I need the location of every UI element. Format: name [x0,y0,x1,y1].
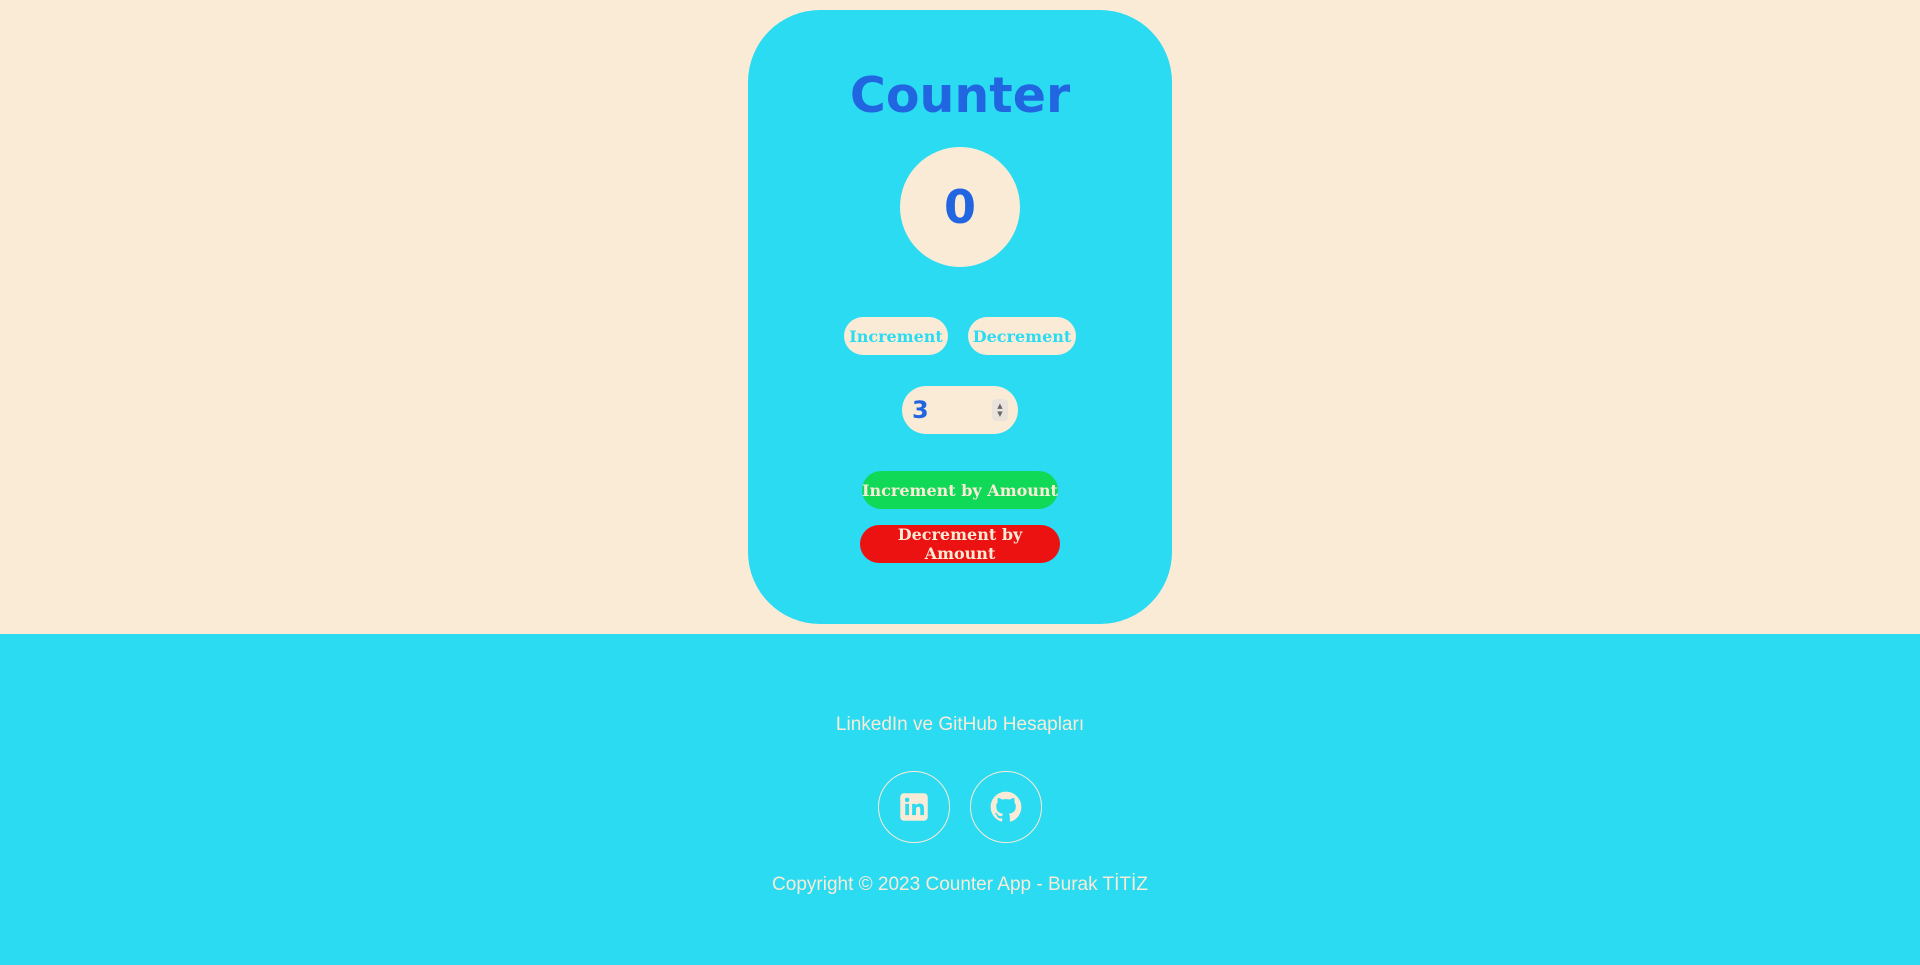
step-button-row: Increment Decrement [748,317,1172,355]
footer: LinkedIn ve GitHub Hesapları Copyright ©… [0,634,1920,965]
linkedin-icon [900,793,928,821]
github-icon [990,791,1022,822]
github-link[interactable] [970,771,1042,843]
counter-card: Counter 0 Increment Decrement 3 ▲ ▼ Incr… [748,10,1172,624]
chevron-down-icon[interactable]: ▼ [997,410,1002,418]
increment-by-amount-button[interactable]: Increment by Amount [862,471,1058,509]
linkedin-link[interactable] [878,771,950,843]
decrement-by-amount-button[interactable]: Decrement by Amount [860,525,1060,563]
chevron-up-icon[interactable]: ▲ [997,402,1002,410]
amount-spinner[interactable]: ▲ ▼ [992,399,1008,421]
count-display: 0 [900,147,1020,267]
amount-value: 3 [912,396,929,424]
social-links [0,771,1920,843]
copyright-text: Copyright © 2023 Counter App - Burak TİT… [772,874,1148,895]
footer-heading: LinkedIn ve GitHub Hesapları [835,714,1085,735]
amount-input[interactable]: 3 ▲ ▼ [902,386,1018,434]
page-title: Counter [849,67,1071,124]
decrement-button[interactable]: Decrement [968,317,1076,355]
main-section: Counter 0 Increment Decrement 3 ▲ ▼ Incr… [0,0,1920,634]
increment-button[interactable]: Increment [844,317,948,355]
